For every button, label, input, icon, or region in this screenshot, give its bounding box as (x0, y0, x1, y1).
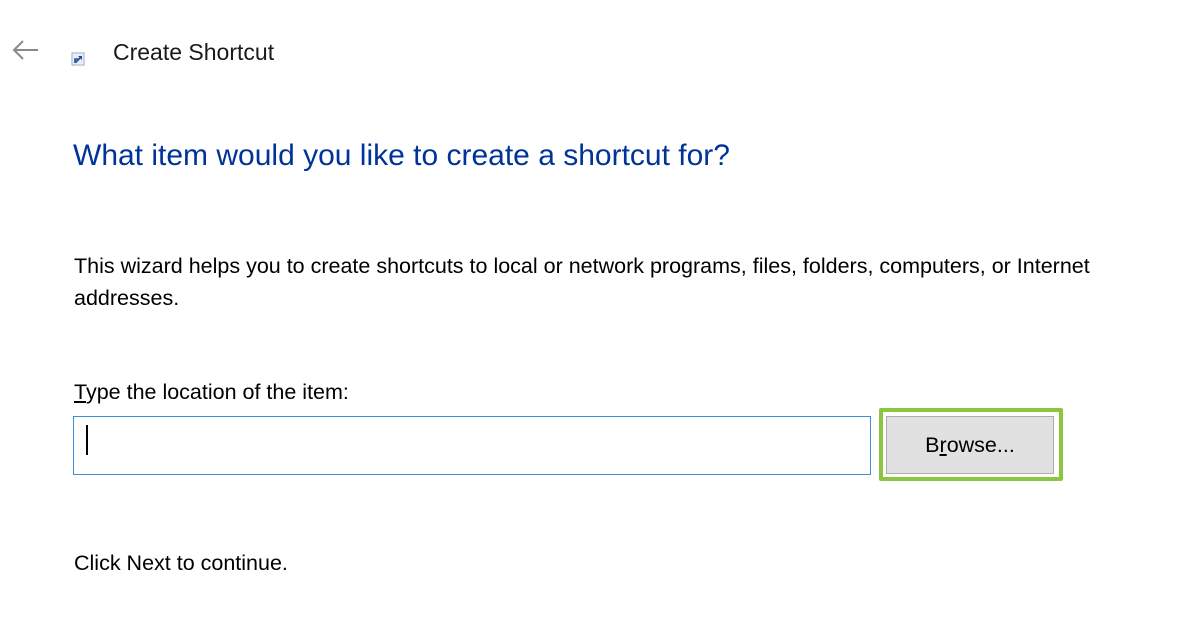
browse-label-mnemonic: r (939, 432, 947, 457)
text-caret (86, 425, 88, 455)
browse-button[interactable]: Browse... (886, 416, 1054, 474)
location-label-text: ype the location of the item: (85, 380, 349, 404)
browse-label-start: B (925, 432, 940, 457)
back-arrow-icon[interactable] (10, 34, 42, 66)
location-input[interactable] (73, 416, 871, 475)
window-title: Create Shortcut (113, 39, 275, 65)
shortcut-icon (71, 52, 85, 66)
location-label: Type the location of the item: (74, 378, 349, 406)
location-label-mnemonic: T (74, 380, 86, 404)
wizard-description: This wizard helps you to create shortcut… (74, 254, 1090, 310)
wizard-heading: What item would you like to create a sho… (73, 139, 730, 172)
continue-instruction: Click Next to continue. (74, 551, 288, 575)
browse-label-end: owse... (946, 432, 1015, 457)
